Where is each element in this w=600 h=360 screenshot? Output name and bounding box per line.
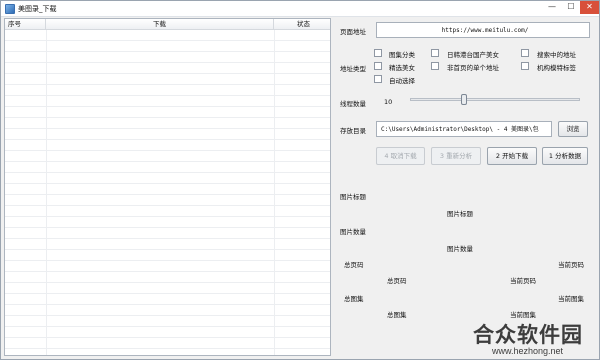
download-list[interactable]: 序号 下载 状态	[4, 18, 331, 356]
checkbox-label: 图集分类	[389, 51, 415, 59]
thread-slider-track[interactable]	[410, 98, 580, 101]
picture-title-label: 图片标题	[340, 193, 366, 201]
analyze-data-button[interactable]: 1 分析数据	[542, 147, 588, 165]
total-albums-value: 总图集	[387, 311, 407, 319]
checkbox-model-tag[interactable]	[521, 62, 529, 70]
checkbox-label: 精选美女	[389, 64, 415, 72]
column-divider	[274, 30, 275, 355]
checkbox-label: 日韩港台国产美女	[447, 51, 499, 59]
checkbox-search-address[interactable]	[521, 49, 529, 57]
thread-count-value: 10	[384, 98, 393, 106]
save-dir-label: 存放目录	[340, 127, 366, 135]
title-bar: 美图录_下载 — ☐ ✕	[1, 1, 599, 17]
thread-slider-thumb[interactable]	[461, 94, 467, 105]
current-page-value: 当前页码	[510, 277, 536, 285]
checkbox-asian-beauty[interactable]	[431, 49, 439, 57]
checkbox-label: 机构模特标签	[537, 64, 576, 72]
browse-button[interactable]: 浏览	[558, 121, 588, 137]
checkbox-auto-select[interactable]	[374, 75, 382, 83]
close-button[interactable]: ✕	[580, 1, 599, 14]
app-window: 美图录_下载 — ☐ ✕ 序号 下载 状态 页面地址 https://www.m…	[0, 0, 600, 360]
thread-count-label: 线程数量	[340, 100, 366, 108]
save-dir-input[interactable]: C:\Users\Administrator\Desktop\ - 4 美图录\…	[376, 121, 552, 137]
start-download-button[interactable]: 2 开始下载	[487, 147, 537, 165]
checkbox-label: 搜索中的地址	[537, 51, 576, 59]
site-watermark: 合众软件园 www.hezhong.net	[473, 319, 597, 357]
address-type-label: 地址类型	[340, 65, 366, 73]
reanalyze-button[interactable]: 3 重新分析	[431, 147, 481, 165]
maximize-button[interactable]: ☐	[562, 1, 580, 14]
cancel-download-button[interactable]: 4 取消下载	[376, 147, 425, 165]
picture-title-value: 图片标题	[447, 210, 473, 218]
current-album-label: 当前图集	[558, 295, 584, 303]
total-pages-value: 总页码	[387, 277, 407, 285]
app-icon	[5, 4, 15, 14]
checkbox-featured[interactable]	[374, 62, 382, 70]
page-url-input[interactable]: https://www.meitulu.com/	[376, 22, 590, 38]
current-page-label: 当前页码	[558, 261, 584, 269]
picture-count-label: 图片数量	[340, 228, 366, 236]
window-title: 美图录_下载	[18, 5, 57, 13]
checkbox-label: 自动选择	[389, 77, 415, 85]
column-divider	[46, 30, 47, 355]
page-url-label: 页面地址	[340, 28, 366, 36]
total-albums-label: 总图集	[344, 295, 364, 303]
column-header-index[interactable]: 序号	[5, 19, 46, 30]
checkbox-label: 非首页的单个地址	[447, 64, 499, 72]
checkbox-category[interactable]	[374, 49, 382, 57]
current-album-value: 当前图集	[510, 311, 536, 319]
watermark-brand: 合众软件园	[473, 323, 583, 347]
minimize-button[interactable]: —	[543, 1, 561, 14]
column-header-status[interactable]: 状态	[274, 19, 330, 30]
watermark-url: www.hezhong.net	[492, 346, 564, 356]
column-header-download[interactable]: 下载	[46, 19, 274, 30]
picture-count-value: 图片数量	[447, 245, 473, 253]
list-body[interactable]	[5, 30, 330, 355]
total-pages-label: 总页码	[344, 261, 364, 269]
list-header: 序号 下载 状态	[5, 19, 330, 30]
checkbox-single-address[interactable]	[431, 62, 439, 70]
